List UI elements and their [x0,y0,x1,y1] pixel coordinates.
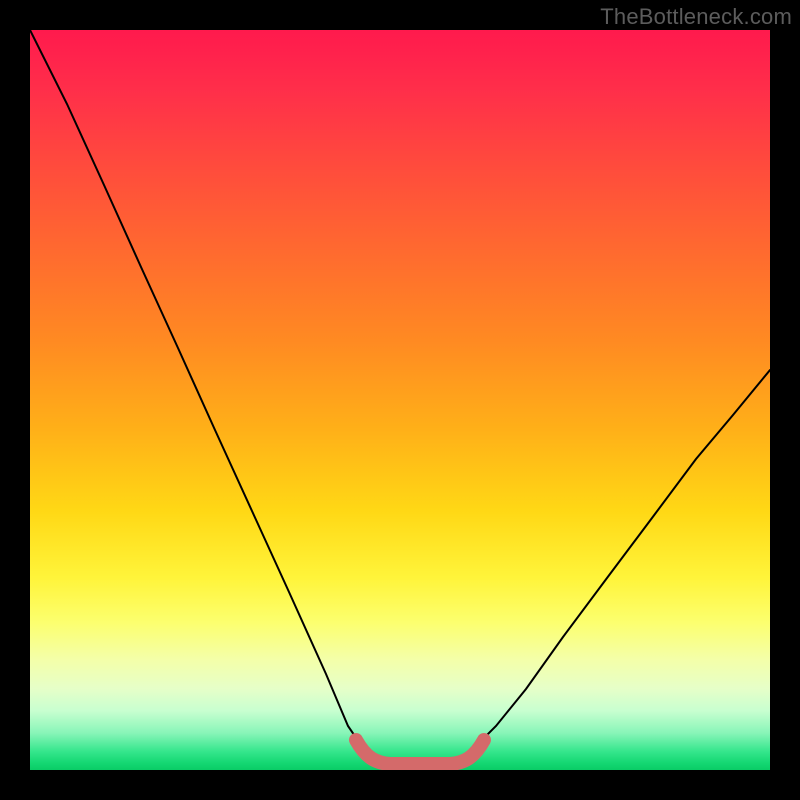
chart-frame: TheBottleneck.com [0,0,800,800]
curve-right-branch [459,370,770,759]
plot-area [30,30,770,770]
watermark-text: TheBottleneck.com [600,4,792,30]
curve-left-branch [30,30,378,759]
highlight-bottom-arc [356,740,484,764]
curve-overlay [30,30,770,770]
